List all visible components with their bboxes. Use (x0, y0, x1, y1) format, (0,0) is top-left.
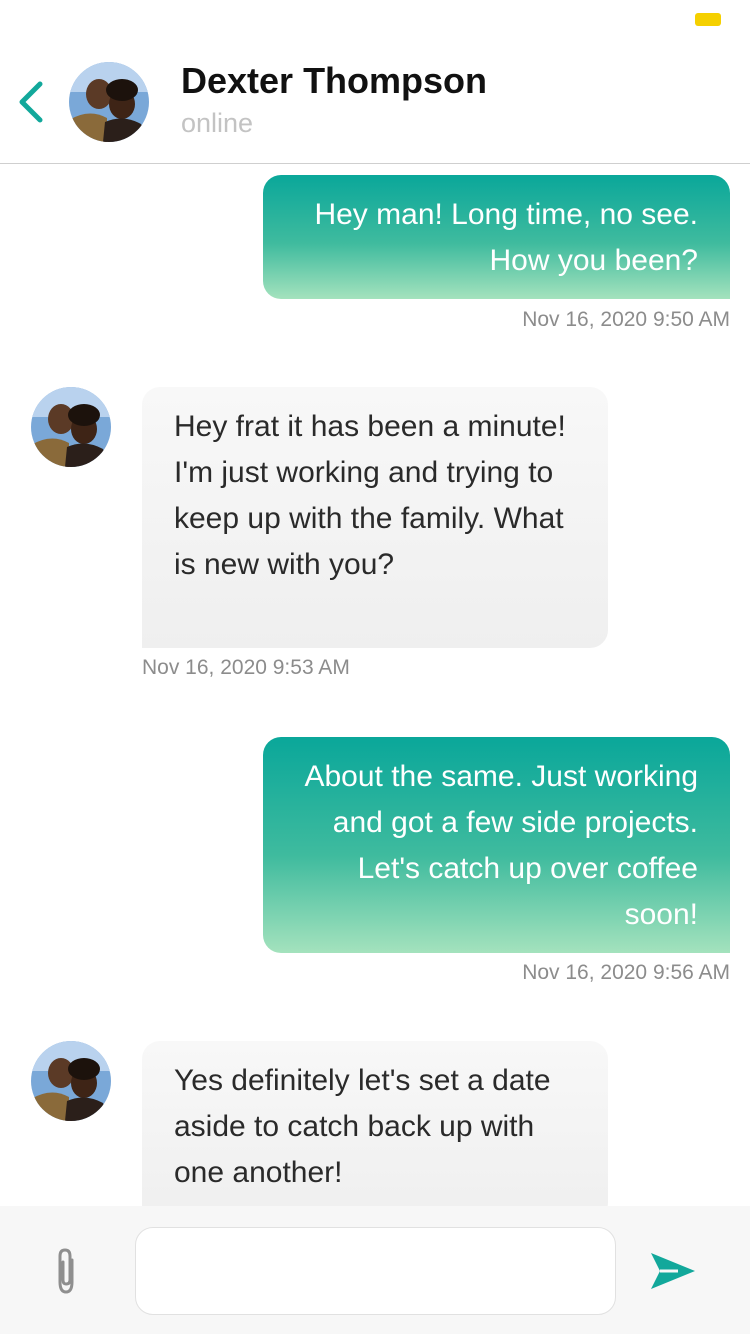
contact-name: Dexter Thompson (181, 60, 488, 101)
message-text: About the same. Just working and got a f… (304, 760, 698, 931)
message-timestamp: Nov 16, 2020 9:53 AM (142, 656, 350, 679)
chat-header: Dexter Thompson online (0, 40, 750, 164)
outgoing-message-bubble[interactable]: About the same. Just working and got a f… (263, 737, 730, 953)
battery-icon (695, 13, 721, 26)
status-bar (0, 0, 750, 40)
message-text: Yes definitely let's set a date aside to… (174, 1064, 551, 1189)
message-timestamp: Nov 16, 2020 9:50 AM (522, 308, 730, 331)
message-text: Hey frat it has been a minute! I'm just … (174, 410, 566, 581)
message-composer (0, 1206, 750, 1334)
send-icon (651, 1253, 695, 1289)
incoming-message-bubble[interactable]: Hey frat it has been a minute! I'm just … (142, 387, 608, 648)
sender-avatar[interactable] (31, 387, 111, 467)
paperclip-icon (58, 1248, 74, 1294)
attach-button[interactable] (46, 1246, 86, 1296)
send-button[interactable] (648, 1249, 698, 1293)
outgoing-message-bubble[interactable]: Hey man! Long time, no see. How you been… (263, 175, 730, 299)
contact-avatar[interactable] (69, 62, 149, 142)
chevron-left-icon (19, 81, 43, 123)
incoming-message-bubble[interactable]: Yes definitely let's set a date aside to… (142, 1041, 608, 1221)
message-text: Hey man! Long time, no see. How you been… (314, 198, 698, 277)
sender-avatar[interactable] (31, 1041, 111, 1121)
back-button[interactable] (12, 78, 52, 126)
contact-status: online (181, 108, 254, 138)
message-input[interactable] (135, 1227, 616, 1315)
message-timestamp: Nov 16, 2020 9:56 AM (522, 961, 730, 984)
